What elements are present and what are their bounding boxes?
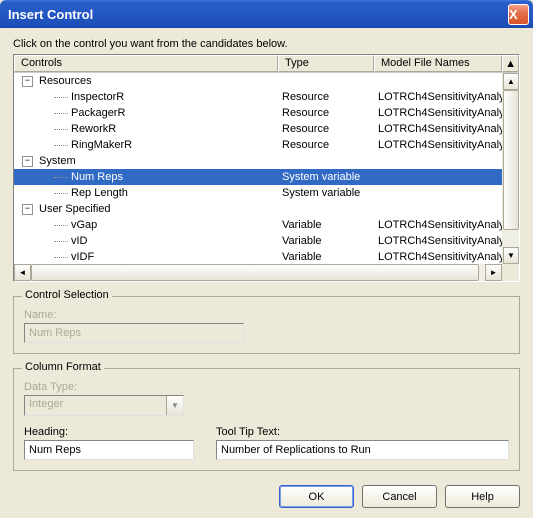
controls-tree: Controls Type Model File Names ▲ −Resour… [13, 54, 520, 282]
scroll-corner [502, 264, 519, 281]
tree-item-type: Variable [278, 233, 374, 249]
data-type-value: Integer [25, 396, 166, 415]
scroll-up-button[interactable]: ▲ [503, 73, 519, 90]
tree-item[interactable]: Rep Length System variable [14, 185, 519, 201]
column-header-controls[interactable]: Controls [14, 55, 278, 72]
tree-item-type: System variable [278, 169, 374, 185]
tree-item-type: Resource [278, 121, 374, 137]
data-type-select: Integer ▼ [24, 395, 184, 416]
instruction-text: Click on the control you want from the c… [13, 38, 520, 50]
header-scroll-spacer: ▲ [502, 55, 519, 72]
scroll-thumb-horizontal[interactable] [31, 264, 479, 281]
tooltip-label: Tool Tip Text: [216, 426, 509, 438]
tree-item-type: System variable [278, 185, 374, 201]
scroll-left-button[interactable]: ◄ [14, 264, 31, 281]
tree-item[interactable]: InspectorR ResourceLOTRCh4SensitivityAnal… [14, 89, 519, 105]
name-label: Name: [24, 309, 509, 321]
chevron-down-icon: ▼ [166, 396, 183, 415]
collapse-icon[interactable]: − [22, 156, 33, 167]
window-title: Insert Control [8, 7, 508, 22]
tree-item[interactable]: vGap VariableLOTRCh4SensitivityAnalysis [14, 217, 519, 233]
data-type-label: Data Type: [24, 381, 509, 393]
tree-group-label: Resources [39, 73, 92, 89]
tree-item-type: Resource [278, 105, 374, 121]
tree-item-model: LOTRCh4SensitivityAnalysis [374, 233, 519, 249]
tree-item-type: Variable [278, 217, 374, 233]
close-button[interactable]: X [508, 4, 529, 25]
titlebar: Insert Control X [0, 0, 533, 28]
collapse-icon[interactable]: − [22, 76, 33, 87]
column-header-model[interactable]: Model File Names [374, 55, 502, 72]
tree-item[interactable]: vID VariableLOTRCh4SensitivityAnalysis [14, 233, 519, 249]
tree-item-model: LOTRCh4SensitivityAnalysis [374, 121, 519, 137]
heading-field[interactable] [24, 440, 194, 460]
ok-button[interactable]: OK [279, 485, 354, 508]
tree-item-model: LOTRCh4SensitivityAnalysis [374, 249, 519, 264]
tree-item-model: LOTRCh4SensitivityAnalysis [374, 105, 519, 121]
tree-group[interactable]: −User Specified [14, 201, 519, 217]
help-button[interactable]: Help [445, 485, 520, 508]
scroll-right-button[interactable]: ► [485, 264, 502, 281]
scroll-thumb-vertical[interactable] [503, 90, 519, 230]
tree-item-model: LOTRCh4SensitivityAnalysis [374, 89, 519, 105]
tree-item[interactable]: RingMakerR ResourceLOTRCh4SensitivityAnal… [14, 137, 519, 153]
button-bar: OK Cancel Help [13, 485, 520, 508]
tree-item-type: Resource [278, 89, 374, 105]
tree-item-name: vIDF [71, 249, 94, 264]
column-format-legend: Column Format [22, 361, 104, 373]
heading-label: Heading: [24, 426, 200, 438]
scroll-down-button[interactable]: ▼ [503, 247, 519, 264]
column-header-type[interactable]: Type [278, 55, 374, 72]
tree-body[interactable]: −ResourcesInspectorRResourceLOTRCh4Sensi… [14, 73, 519, 264]
cancel-button[interactable]: Cancel [362, 485, 437, 508]
tree-item[interactable]: ReworkR ResourceLOTRCh4SensitivityAnalysi… [14, 121, 519, 137]
tree-item-type: Variable [278, 249, 374, 264]
tree-item-name: vID [71, 233, 88, 249]
tooltip-field[interactable] [216, 440, 509, 460]
tree-item-name: vGap [71, 217, 97, 233]
tree-group-label: System [39, 153, 76, 169]
column-format-group: Column Format Data Type: Integer ▼ Headi… [13, 368, 520, 471]
tree-item-model: LOTRCh4SensitivityAnalysis [374, 217, 519, 233]
tree-group-label: User Specified [39, 201, 111, 217]
vertical-scrollbar[interactable]: ▲ ▼ [502, 73, 519, 264]
tree-item[interactable]: Num Reps System variable [14, 169, 519, 185]
tree-item-name: PackagerR [71, 105, 125, 121]
tree-item-name: InspectorR [71, 89, 124, 105]
tree-item-name: ReworkR [71, 121, 116, 137]
tree-item[interactable]: vIDF VariableLOTRCh4SensitivityAnalysis [14, 249, 519, 264]
control-selection-group: Control Selection Name: [13, 296, 520, 354]
tree-group[interactable]: −System [14, 153, 519, 169]
control-selection-legend: Control Selection [22, 289, 112, 301]
tree-item-type: Resource [278, 137, 374, 153]
tree-item[interactable]: PackagerR ResourceLOTRCh4SensitivityAnaly… [14, 105, 519, 121]
tree-header: Controls Type Model File Names ▲ [14, 55, 519, 73]
name-field [24, 323, 244, 343]
collapse-icon[interactable]: − [22, 204, 33, 215]
close-icon: X [509, 7, 528, 22]
horizontal-scrollbar[interactable]: ◄ ► [14, 264, 502, 281]
tree-item-name: Rep Length [71, 185, 128, 201]
tree-item-model: LOTRCh4SensitivityAnalysis [374, 137, 519, 153]
tree-item-name: Num Reps [71, 169, 123, 185]
tree-group[interactable]: −Resources [14, 73, 519, 89]
tree-item-name: RingMakerR [71, 137, 132, 153]
